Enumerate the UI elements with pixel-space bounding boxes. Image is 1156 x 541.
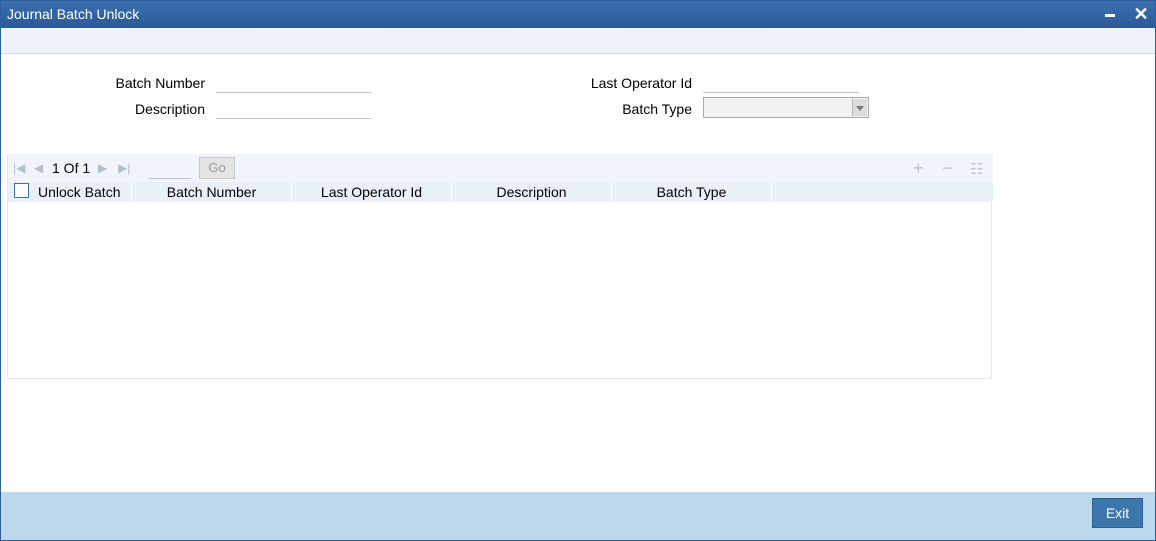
grid-header-row: Unlock Batch Batch Number Last Operator … — [8, 182, 993, 202]
first-page-icon[interactable]: |◀ — [13, 162, 25, 174]
list-view-icon[interactable]: ☷ — [970, 161, 983, 179]
chevron-down-icon[interactable] — [852, 99, 867, 116]
add-row-icon[interactable]: + — [913, 159, 924, 177]
exit-button[interactable]: Exit — [1092, 498, 1143, 528]
previous-page-icon[interactable]: ◀ — [34, 162, 43, 174]
column-batch-type: Batch Type — [612, 182, 772, 202]
batch-type-select[interactable] — [703, 97, 869, 118]
next-page-icon[interactable]: ▶ — [98, 162, 107, 174]
description-input[interactable] — [216, 99, 372, 119]
window-title: Journal Batch Unlock — [7, 6, 140, 22]
select-all-checkbox[interactable] — [14, 183, 29, 198]
last-page-icon[interactable]: ▶| — [118, 162, 130, 174]
batch-grid: |◀ ◀ 1 Of 1 ▶ ▶| Go + − ☷ Unlock Batch B… — [7, 154, 993, 379]
minimize-icon[interactable] — [1099, 3, 1121, 25]
batch-number-input[interactable] — [216, 73, 372, 93]
last-operator-id-label: Last Operator Id — [590, 75, 692, 91]
close-icon[interactable]: ✕ — [1130, 3, 1152, 25]
description-label: Description — [134, 101, 205, 117]
batch-type-label: Batch Type — [622, 101, 692, 117]
journal-batch-unlock-window: Journal Batch Unlock ✕ Batch Number Desc… — [0, 0, 1156, 541]
batch-number-label: Batch Number — [115, 75, 205, 91]
sub-header-bar — [1, 28, 1155, 54]
grid-toolbar: |◀ ◀ 1 Of 1 ▶ ▶| Go + − ☷ — [8, 154, 993, 182]
title-bar: Journal Batch Unlock ✕ — [1, 1, 1155, 28]
last-operator-id-input[interactable] — [703, 73, 859, 93]
page-number-input[interactable] — [149, 157, 191, 179]
grid-body — [8, 202, 993, 378]
column-batch-number: Batch Number — [132, 182, 292, 202]
page-info: 1 Of 1 — [52, 160, 91, 176]
footer-bar: Exit — [1, 492, 1155, 540]
column-description: Description — [452, 182, 612, 202]
delete-row-icon[interactable]: − — [942, 159, 953, 177]
go-button[interactable]: Go — [199, 157, 235, 179]
column-unlock-batch: Unlock Batch — [8, 182, 132, 202]
column-unlock-batch-label: Unlock Batch — [38, 184, 121, 200]
column-last-operator-id: Last Operator Id — [292, 182, 452, 202]
